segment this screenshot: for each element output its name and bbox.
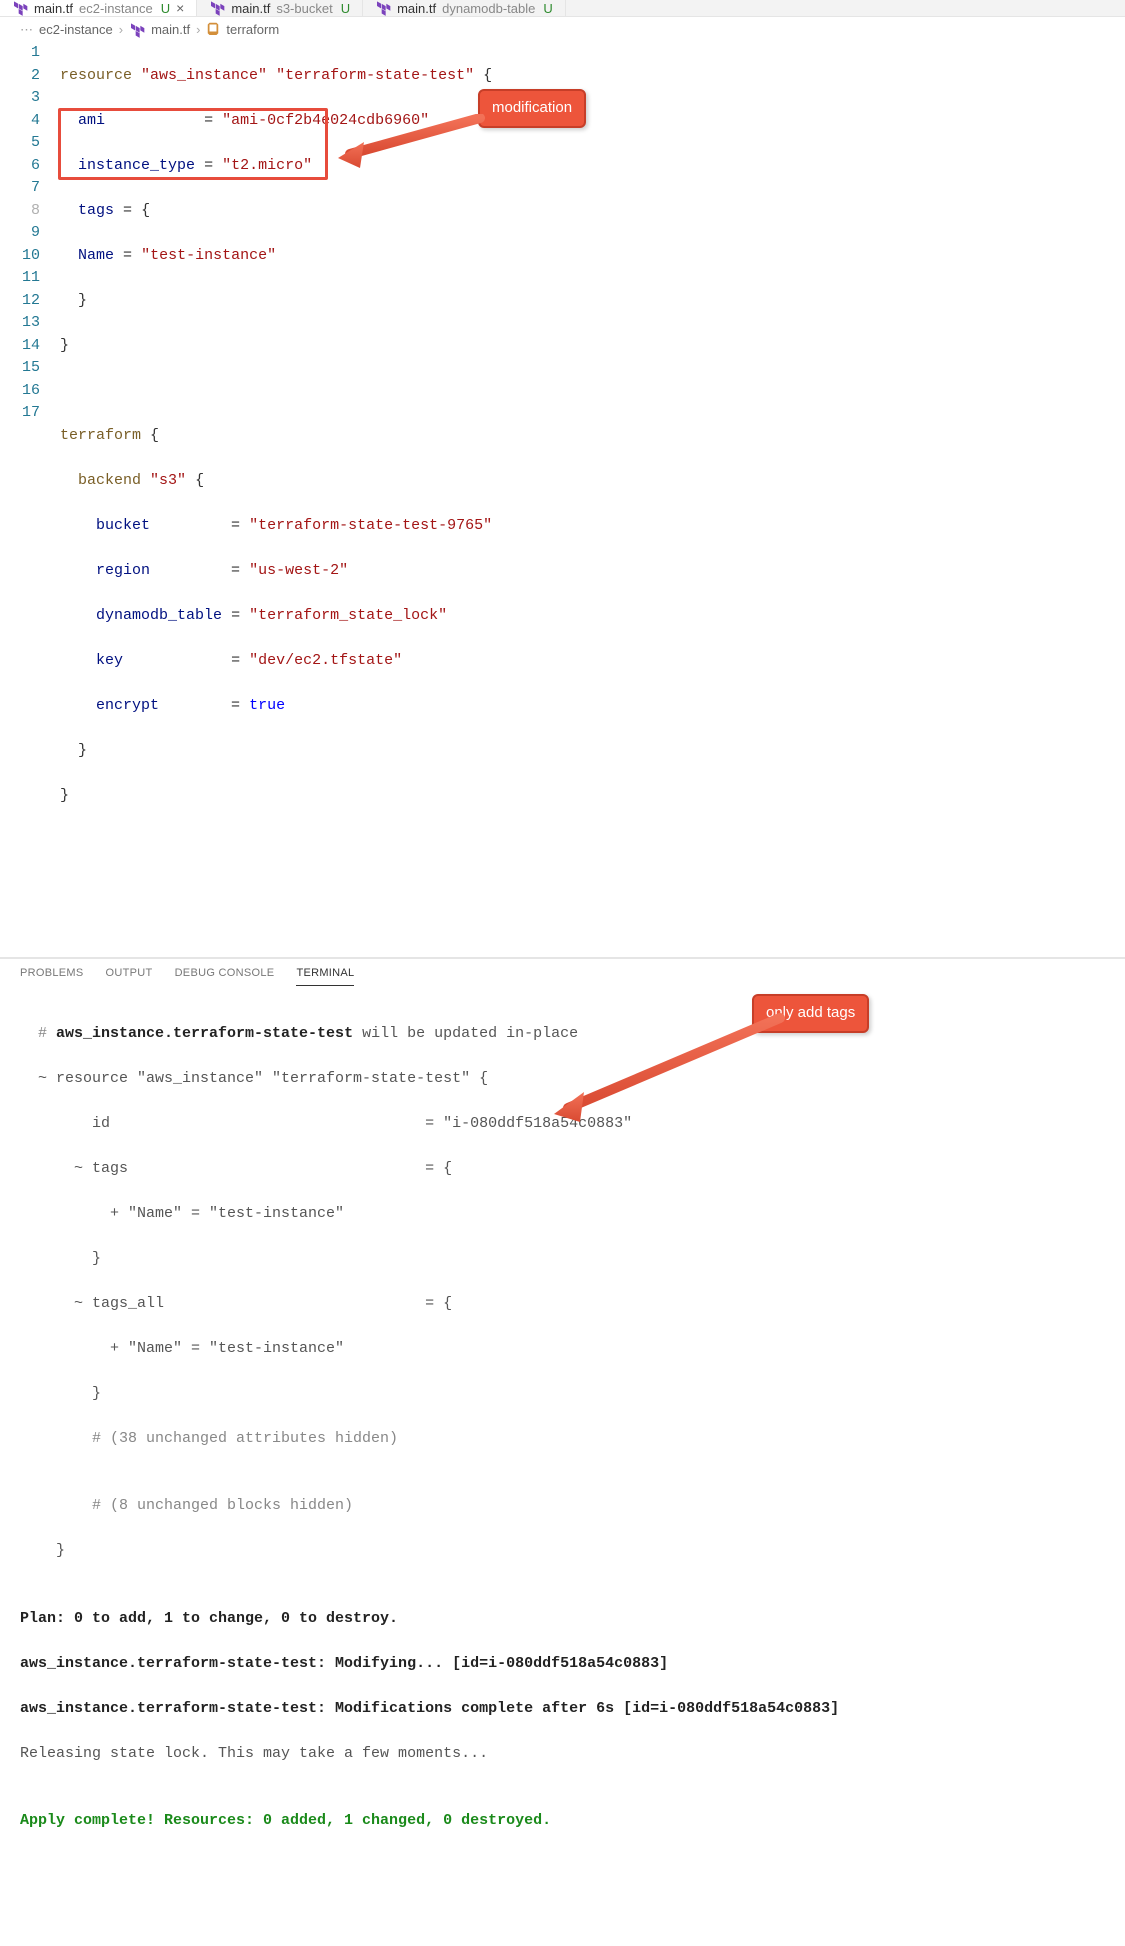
terraform-icon xyxy=(209,0,225,16)
tab-bar: main.tf ec2-instance U × main.tf s3-buck… xyxy=(0,0,1125,17)
tab-terminal[interactable]: TERMINAL xyxy=(296,967,354,986)
tab-ec2-instance[interactable]: main.tf ec2-instance U × xyxy=(0,0,197,16)
tab-dynamodb-table[interactable]: main.tf dynamodb-table U xyxy=(363,0,566,16)
close-icon[interactable]: × xyxy=(176,1,184,15)
tab-git-status: U xyxy=(341,1,350,16)
tab-folder-name: s3-bucket xyxy=(276,1,332,16)
line-gutter: 1 2 3 4 5 6 7 8 9 10 11 12 13 14 15 16 1… xyxy=(0,42,60,897)
tab-output[interactable]: OUTPUT xyxy=(106,967,153,986)
tab-git-status: U xyxy=(161,1,170,16)
breadcrumb-symbol[interactable]: terraform xyxy=(226,22,279,37)
tab-debug-console[interactable]: DEBUG CONSOLE xyxy=(175,967,275,986)
tab-folder-name: dynamodb-table xyxy=(442,1,535,16)
tab-git-status: U xyxy=(543,1,552,16)
terraform-icon xyxy=(375,0,391,16)
tab-file-name: main.tf xyxy=(397,1,436,16)
callout-modification: modification xyxy=(478,89,586,128)
tab-s3-bucket[interactable]: main.tf s3-bucket U xyxy=(197,0,363,16)
tab-problems[interactable]: PROBLEMS xyxy=(20,967,84,986)
breadcrumb[interactable]: ⋯ ec2-instance › main.tf › terraform xyxy=(0,17,1125,42)
dots-icon: ⋯ xyxy=(20,22,33,38)
code-content[interactable]: resource "aws_instance" "terraform-state… xyxy=(60,42,1125,897)
callout-only-add-tags: only add tags xyxy=(752,994,869,1033)
breadcrumb-file[interactable]: main.tf xyxy=(151,22,190,37)
symbol-icon xyxy=(206,21,220,38)
chevron-right-icon: › xyxy=(196,22,200,37)
breadcrumb-folder[interactable]: ec2-instance xyxy=(39,22,113,37)
terminal-output[interactable]: # aws_instance.terraform-state-test will… xyxy=(0,986,1125,1946)
tab-folder-name: ec2-instance xyxy=(79,1,153,16)
chevron-right-icon: › xyxy=(119,22,123,37)
tab-file-name: main.tf xyxy=(231,1,270,16)
terraform-icon xyxy=(12,0,28,16)
code-editor[interactable]: 1 2 3 4 5 6 7 8 9 10 11 12 13 14 15 16 1… xyxy=(0,42,1125,917)
tab-file-name: main.tf xyxy=(34,1,73,16)
terraform-icon xyxy=(129,22,145,38)
